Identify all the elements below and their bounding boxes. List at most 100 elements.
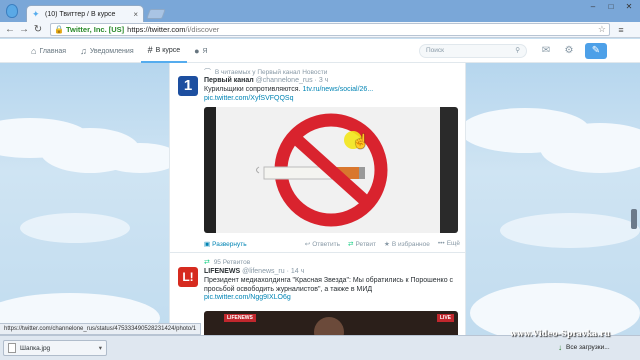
nav-me[interactable]: ● Я xyxy=(187,39,215,63)
minimize-icon[interactable]: – xyxy=(586,2,600,12)
tweet-stream: ⌒ В читаемых у Первый канал Новости 1 Пе… xyxy=(169,63,466,335)
reply-icon: ↩ xyxy=(304,241,311,248)
nav-notifications[interactable]: ♫ Уведомления xyxy=(73,39,141,63)
close-window-icon[interactable]: ✕ xyxy=(622,2,636,12)
tweet-body: Курильщики сопротивляются. xyxy=(204,86,301,93)
show-all-downloads-link[interactable]: Все загрузки... xyxy=(566,344,610,351)
retweet-button[interactable]: ⇄ Ретвит xyxy=(348,240,376,248)
retweet-icon: ⇄ xyxy=(348,241,354,248)
expand-button[interactable]: ▣ Развернуть xyxy=(204,240,247,248)
tweet-context-text[interactable]: В читаемых у Первый канал Новости xyxy=(215,69,328,76)
tab-title: (10) Твиттер / В курсе xyxy=(45,10,116,18)
address-bar[interactable]: 🔒 Twitter, Inc. [US] https://twitter.com… xyxy=(50,23,610,36)
nav-me-label: Я xyxy=(202,47,208,55)
forward-icon[interactable]: → xyxy=(18,24,30,36)
photo-person xyxy=(314,317,344,335)
tweet-actions: ▣ Развернуть ↩ Ответить ⇄ Ретвит ★ В избранн… xyxy=(204,240,460,248)
tab-close-icon[interactable]: × xyxy=(133,10,138,19)
nav-home-label: Главная xyxy=(39,47,67,55)
status-url-bubble: https://twitter.com/channelone_rus/statu… xyxy=(0,323,202,335)
search-input[interactable]: Поиск ⚲ xyxy=(419,44,527,58)
url-path: /i/discover xyxy=(185,25,220,34)
tweet-pic-link[interactable]: pic.twitter.com/Ngg9IXLO6g xyxy=(204,294,291,301)
reload-icon[interactable]: ↻ xyxy=(32,24,44,36)
more-icon: ••• xyxy=(437,240,445,247)
avatar[interactable]: 1 xyxy=(178,76,198,96)
reply-label: Ответить xyxy=(312,241,341,248)
more-button[interactable]: ••• Ещё xyxy=(438,240,460,248)
hashtag-icon: # xyxy=(147,45,153,55)
retweet-label: Ретвит xyxy=(355,241,376,248)
search-placeholder: Поиск xyxy=(426,47,445,54)
messages-icon[interactable]: ✉ xyxy=(540,45,552,57)
tweet-link[interactable]: 1tv.ru/news/social/26... xyxy=(302,86,373,93)
back-icon[interactable]: ← xyxy=(4,24,16,36)
tweet-photo[interactable]: ☝ xyxy=(204,107,458,233)
twitter-bird-icon: ✦ xyxy=(32,8,40,19)
nav-home[interactable]: ⌂ Главная xyxy=(24,39,73,63)
chevron-down-icon[interactable]: ▾ xyxy=(99,344,102,352)
reply-button[interactable]: ↩ Ответить xyxy=(305,240,340,248)
tweet-author-handle[interactable]: @lifenews_ru xyxy=(242,268,285,275)
favorite-button[interactable]: ★ В избранное xyxy=(384,240,430,248)
compose-tweet-button[interactable]: ✎ xyxy=(585,43,607,59)
download-item[interactable]: Шапка.jpg ▾ xyxy=(3,340,107,356)
tweet-author-name[interactable]: LIFENEWS xyxy=(204,268,240,275)
more-label: Ещё xyxy=(446,240,460,247)
user-profile-icon[interactable] xyxy=(6,4,18,18)
tweet-author-name[interactable]: Первый канал xyxy=(204,77,254,84)
tweet-time[interactable]: · 3 ч xyxy=(315,77,329,84)
tweet-text: Президент медиахолдинга "Красная Звезда"… xyxy=(204,277,460,303)
photo-icon: ▣ xyxy=(204,241,211,248)
avatar[interactable]: L! xyxy=(178,267,198,287)
live-badge: LIVE xyxy=(436,314,454,322)
tweet-context: ⌒ В читаемых у Первый канал Новости xyxy=(204,67,327,77)
tweet-pic-link[interactable]: pic.twitter.com/XyfSVFQQSq xyxy=(204,95,293,102)
tweet-photo[interactable]: LIFENEWS LIVE xyxy=(204,311,458,335)
tweet-time[interactable]: · 14 ч xyxy=(287,268,305,275)
new-tab-button[interactable] xyxy=(146,9,166,19)
tweet-text: Курильщики сопротивляются. 1tv.ru/news/s… xyxy=(204,86,460,103)
browser-menu-icon[interactable]: ≡ xyxy=(616,25,626,35)
cursor-icon: ☝ xyxy=(344,129,369,153)
lifenews-badge: LIFENEWS xyxy=(224,314,256,322)
tweet-divider xyxy=(170,252,465,253)
twitter-nav: ⌂ Главная ♫ Уведомления # В курсе ● Я xyxy=(24,39,215,63)
browser-tab[interactable]: ✦ (10) Твиттер / В курсе × xyxy=(26,5,144,22)
downloads-bar: Шапка.jpg ▾ ↓ Все загрузки... xyxy=(0,335,640,360)
scrollbar-thumb[interactable] xyxy=(631,209,637,229)
tweet-header: Первый канал @channelone_rus · 3 ч xyxy=(204,77,328,84)
browser-toolbar: ← → ↻ 🔒 Twitter, Inc. [US] https://twitt… xyxy=(0,22,640,38)
tweet-header: LIFENEWS @lifenews_ru · 14 ч xyxy=(204,268,304,275)
bookmark-star-icon[interactable]: ☆ xyxy=(598,24,606,35)
follow-context-icon: ⌒ xyxy=(204,69,211,76)
tweet-author-handle[interactable]: @channelone_rus xyxy=(256,77,313,84)
file-icon xyxy=(8,343,16,353)
favorite-label: В избранное xyxy=(391,241,430,248)
maximize-icon[interactable]: □ xyxy=(604,2,618,12)
home-icon: ⌂ xyxy=(31,46,37,56)
bell-icon: ♫ xyxy=(80,46,87,56)
tweet-context-text[interactable]: 95 Ретвитов xyxy=(214,259,251,266)
browser-tab-strip: ✦ (10) Твиттер / В курсе × – □ ✕ xyxy=(0,0,640,22)
download-file-name: Шапка.jpg xyxy=(20,344,51,352)
lock-icon: 🔒 xyxy=(54,25,64,34)
twitter-top-bar: ⌂ Главная ♫ Уведомления # В курсе ● Я По… xyxy=(0,39,640,63)
gear-icon[interactable]: ⚙ xyxy=(563,45,575,57)
nav-discover-label: В курсе xyxy=(155,46,181,54)
expand-label: Развернуть xyxy=(212,241,247,248)
nav-notifications-label: Уведомления xyxy=(89,47,134,55)
person-icon: ● xyxy=(194,46,200,56)
retweet-icon: ⇄ xyxy=(204,259,210,266)
watermark: www.Video-Spravka.ru xyxy=(510,328,611,338)
tweet-body: Президент медиахолдинга "Красная Звезда"… xyxy=(204,277,454,293)
ev-certificate-label[interactable]: Twitter, Inc. [US] xyxy=(66,25,124,34)
nav-discover[interactable]: # В курсе xyxy=(140,39,188,63)
star-icon: ★ xyxy=(383,241,390,248)
window-controls: – □ ✕ xyxy=(586,2,636,12)
download-arrow-icon: ↓ xyxy=(558,343,562,352)
tweet-context: ⇄ 95 Ретвитов xyxy=(204,258,250,266)
no-smoking-sign xyxy=(256,113,388,227)
url-host: https://twitter.com xyxy=(127,25,186,34)
search-icon[interactable]: ⚲ xyxy=(515,45,520,57)
